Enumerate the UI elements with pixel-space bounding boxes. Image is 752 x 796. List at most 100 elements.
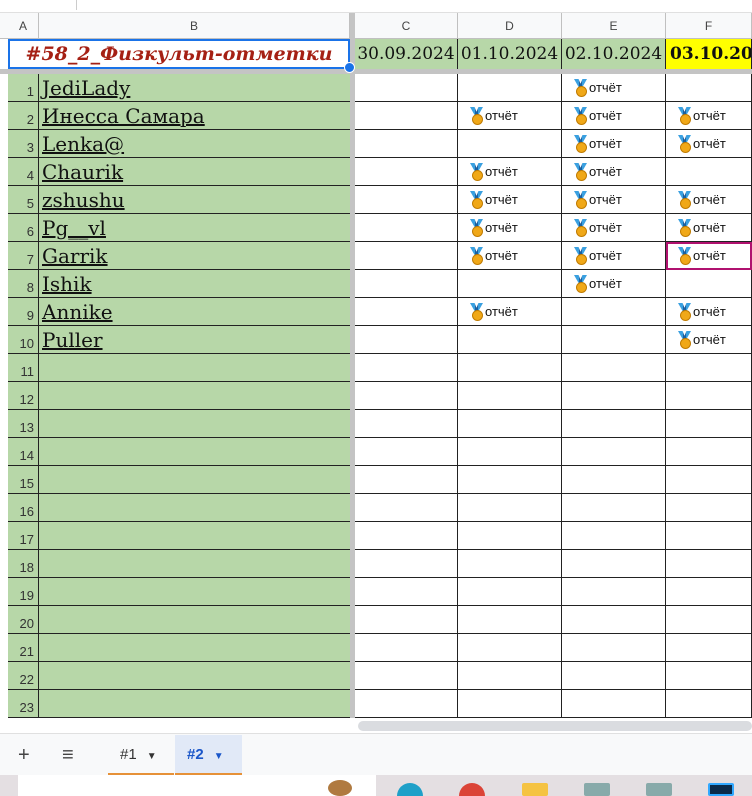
row-header[interactable]: 2: [8, 102, 39, 130]
cell-f6[interactable]: отчёт: [666, 214, 752, 242]
row-header[interactable]: 1: [8, 74, 39, 102]
row-header[interactable]: 9: [8, 298, 39, 326]
cell-d7[interactable]: отчёт: [458, 242, 562, 270]
cell-e17[interactable]: [562, 522, 666, 550]
row-header[interactable]: 16: [8, 494, 39, 522]
row-header[interactable]: 4: [8, 158, 39, 186]
participant-name-cell[interactable]: [39, 382, 350, 410]
cell-e23[interactable]: [562, 690, 666, 718]
sheet-tab-2[interactable]: #2 ▼: [175, 735, 242, 775]
app-window-icon[interactable]: [584, 783, 610, 796]
cell-d8[interactable]: [458, 270, 562, 298]
cell-f10[interactable]: отчёт: [666, 326, 752, 354]
participant-name-cell[interactable]: [39, 522, 350, 550]
cell-e6[interactable]: отчёт: [562, 214, 666, 242]
cell-f2[interactable]: отчёт: [666, 102, 752, 130]
participant-name-cell[interactable]: Chaurik: [39, 158, 350, 186]
chevron-down-icon[interactable]: ▼: [147, 751, 157, 762]
row-header[interactable]: 12: [8, 382, 39, 410]
cell-f9[interactable]: отчёт: [666, 298, 752, 326]
chevron-down-icon[interactable]: ▼: [214, 751, 224, 762]
cell-c14[interactable]: [355, 438, 458, 466]
date-header-f[interactable]: 03.10.2024: [666, 39, 752, 69]
participant-name-cell[interactable]: Puller: [39, 326, 350, 354]
cell-e9[interactable]: [562, 298, 666, 326]
column-header-b[interactable]: B: [39, 13, 350, 39]
participant-name-cell[interactable]: [39, 606, 350, 634]
cell-e11[interactable]: [562, 354, 666, 382]
cell-d5[interactable]: отчёт: [458, 186, 562, 214]
row-header[interactable]: 8: [8, 270, 39, 298]
cell-e15[interactable]: [562, 466, 666, 494]
column-header-f[interactable]: F: [666, 13, 752, 39]
frozen-column-divider[interactable]: [350, 13, 355, 718]
column-header-d[interactable]: D: [458, 13, 562, 39]
cell-c11[interactable]: [355, 354, 458, 382]
participant-name-cell[interactable]: [39, 354, 350, 382]
date-header-d[interactable]: 01.10.2024: [458, 39, 562, 69]
cell-e16[interactable]: [562, 494, 666, 522]
corner[interactable]: [0, 13, 8, 39]
cell-e7[interactable]: отчёт: [562, 242, 666, 270]
cell-e3[interactable]: отчёт: [562, 130, 666, 158]
edge-icon[interactable]: [397, 783, 423, 796]
row-header[interactable]: 14: [8, 438, 39, 466]
cell-c7[interactable]: [355, 242, 458, 270]
column-header-e[interactable]: E: [562, 13, 666, 39]
photoshop-icon[interactable]: [708, 783, 734, 796]
cell-f17[interactable]: [666, 522, 752, 550]
cell-c8[interactable]: [355, 270, 458, 298]
cell-f11[interactable]: [666, 354, 752, 382]
participant-name-cell[interactable]: Garrik: [39, 242, 350, 270]
cell-d17[interactable]: [458, 522, 562, 550]
cell-d12[interactable]: [458, 382, 562, 410]
cell-f5[interactable]: отчёт: [666, 186, 752, 214]
participant-name-cell[interactable]: Pg__vl: [39, 214, 350, 242]
cell-d20[interactable]: [458, 606, 562, 634]
sheet-title-cell[interactable]: #58_2_Физкульт-отметки: [8, 39, 350, 69]
cell-c1[interactable]: [355, 74, 458, 102]
participant-name-cell[interactable]: [39, 690, 350, 718]
cell-f22[interactable]: [666, 662, 752, 690]
participant-name-cell[interactable]: Annike: [39, 298, 350, 326]
cell-c12[interactable]: [355, 382, 458, 410]
date-header-c[interactable]: 30.09.2024: [355, 39, 458, 69]
cell-c20[interactable]: [355, 606, 458, 634]
participant-name-cell[interactable]: Lenka@: [39, 130, 350, 158]
cell-c17[interactable]: [355, 522, 458, 550]
row-header[interactable]: 15: [8, 466, 39, 494]
cell-f21[interactable]: [666, 634, 752, 662]
cell-e18[interactable]: [562, 550, 666, 578]
cell-d15[interactable]: [458, 466, 562, 494]
all-sheets-menu-button[interactable]: ≡: [62, 744, 74, 767]
cell-d1[interactable]: [458, 74, 562, 102]
participant-name-cell[interactable]: Инесса Самара: [39, 102, 350, 130]
cell-e20[interactable]: [562, 606, 666, 634]
cell-c13[interactable]: [355, 410, 458, 438]
cell-c16[interactable]: [355, 494, 458, 522]
cell-d4[interactable]: отчёт: [458, 158, 562, 186]
participant-name-cell[interactable]: [39, 550, 350, 578]
cell-c2[interactable]: [355, 102, 458, 130]
cell-f13[interactable]: [666, 410, 752, 438]
cell-c15[interactable]: [355, 466, 458, 494]
cell-e5[interactable]: отчёт: [562, 186, 666, 214]
cell-c9[interactable]: [355, 298, 458, 326]
cell-e13[interactable]: [562, 410, 666, 438]
cell-d19[interactable]: [458, 578, 562, 606]
cell-e4[interactable]: отчёт: [562, 158, 666, 186]
cell-f3[interactable]: отчёт: [666, 130, 752, 158]
selection-drag-handle[interactable]: [344, 62, 355, 73]
scrollbar-thumb[interactable]: [358, 721, 752, 731]
cell-f1[interactable]: [666, 74, 752, 102]
cell-e22[interactable]: [562, 662, 666, 690]
cell-d6[interactable]: отчёт: [458, 214, 562, 242]
cell-d11[interactable]: [458, 354, 562, 382]
participant-name-cell[interactable]: [39, 634, 350, 662]
row-header[interactable]: 17: [8, 522, 39, 550]
row-header[interactable]: 3: [8, 130, 39, 158]
cell-d22[interactable]: [458, 662, 562, 690]
cell-f18[interactable]: [666, 550, 752, 578]
taskbar-search[interactable]: [18, 775, 376, 796]
chrome-icon[interactable]: [459, 783, 485, 796]
